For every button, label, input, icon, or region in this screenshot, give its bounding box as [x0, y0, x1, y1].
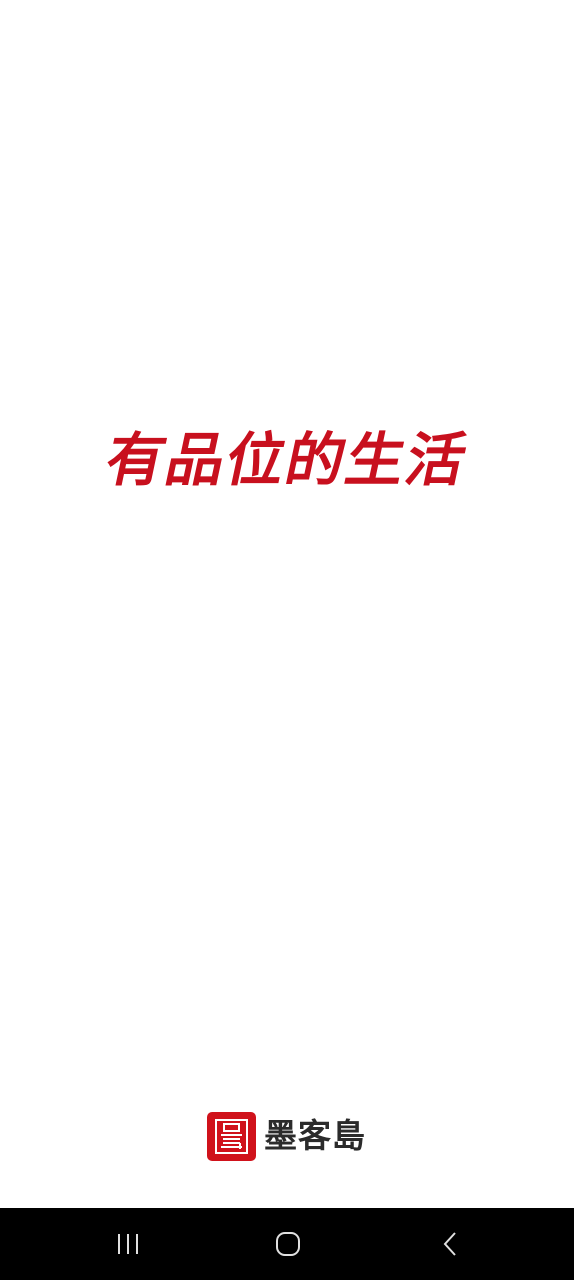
back-icon — [443, 1232, 456, 1256]
home-button[interactable] — [248, 1208, 328, 1280]
recents-button[interactable] — [88, 1208, 168, 1280]
island-seal-logo-icon — [207, 1111, 256, 1161]
slogan-text: 有品位的生活 — [99, 426, 475, 494]
splash-screen: 有品位的生活 墨客島 — [0, 0, 574, 1280]
recents-icon — [118, 1234, 138, 1254]
back-button[interactable] — [410, 1208, 490, 1280]
brand-name: 墨客島 — [264, 1116, 366, 1155]
system-nav-bar — [0, 1208, 574, 1280]
brand-footer: 墨客島 — [207, 1111, 366, 1161]
home-icon — [276, 1232, 300, 1256]
